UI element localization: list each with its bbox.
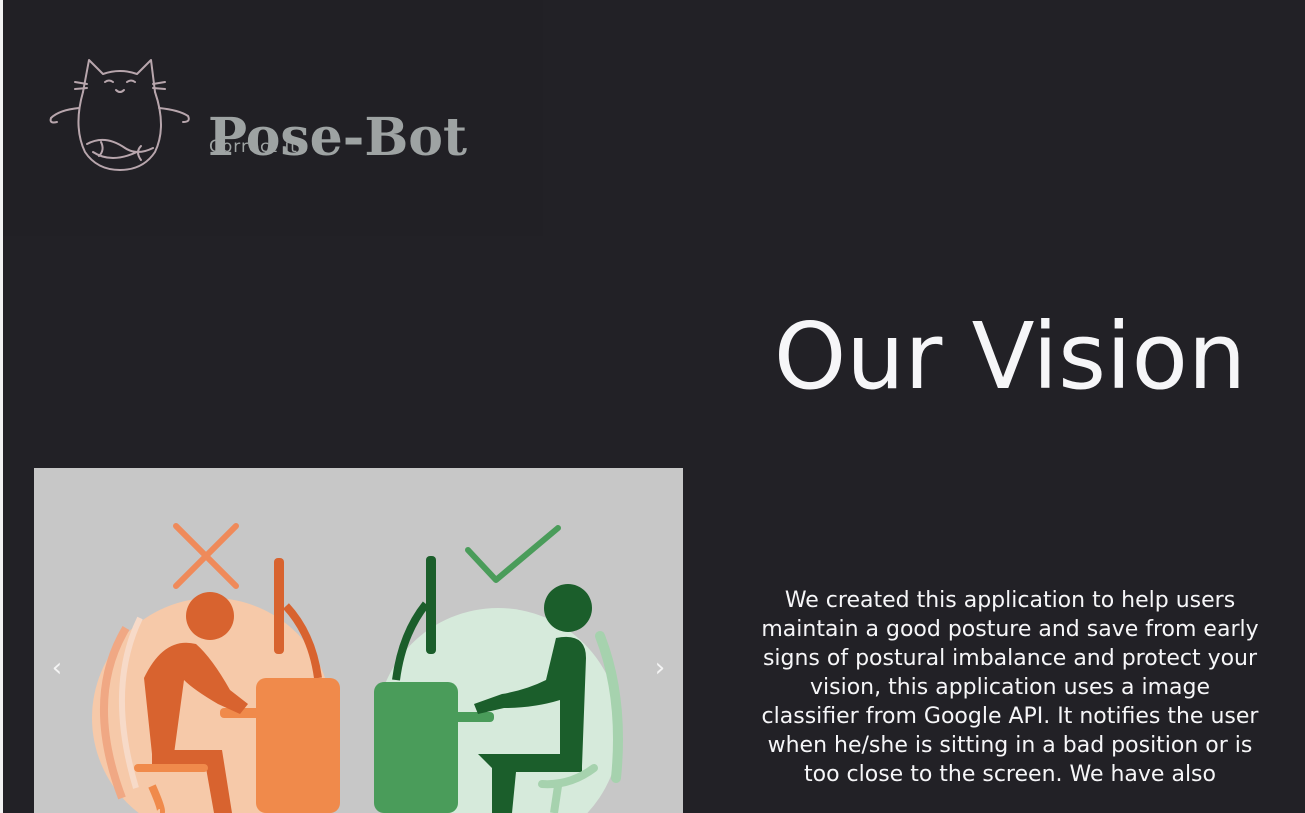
good-posture-figure xyxy=(374,525,623,813)
vision-heading: Our Vision xyxy=(773,303,1247,410)
page: Pose-Bot Correct it! ‹ › Our Vision We c… xyxy=(0,0,1305,813)
chevron-left-icon: ‹ xyxy=(51,653,63,683)
carousel-prev-button[interactable]: ‹ xyxy=(42,653,72,683)
brand-tagline: Correct it! xyxy=(209,137,306,157)
meditating-cat-icon xyxy=(49,59,190,171)
brand-logo-link[interactable]: Pose-Bot Correct it! xyxy=(45,52,505,182)
vision-description: We created this application to help user… xyxy=(761,588,1259,787)
chevron-right-icon: › xyxy=(654,653,666,683)
header: Pose-Bot Correct it! xyxy=(3,0,543,236)
posture-comparison-illustration xyxy=(92,523,623,813)
bad-posture-figure xyxy=(92,523,340,813)
carousel-next-button[interactable]: › xyxy=(645,653,675,683)
posture-carousel[interactable]: ‹ › xyxy=(34,468,683,813)
